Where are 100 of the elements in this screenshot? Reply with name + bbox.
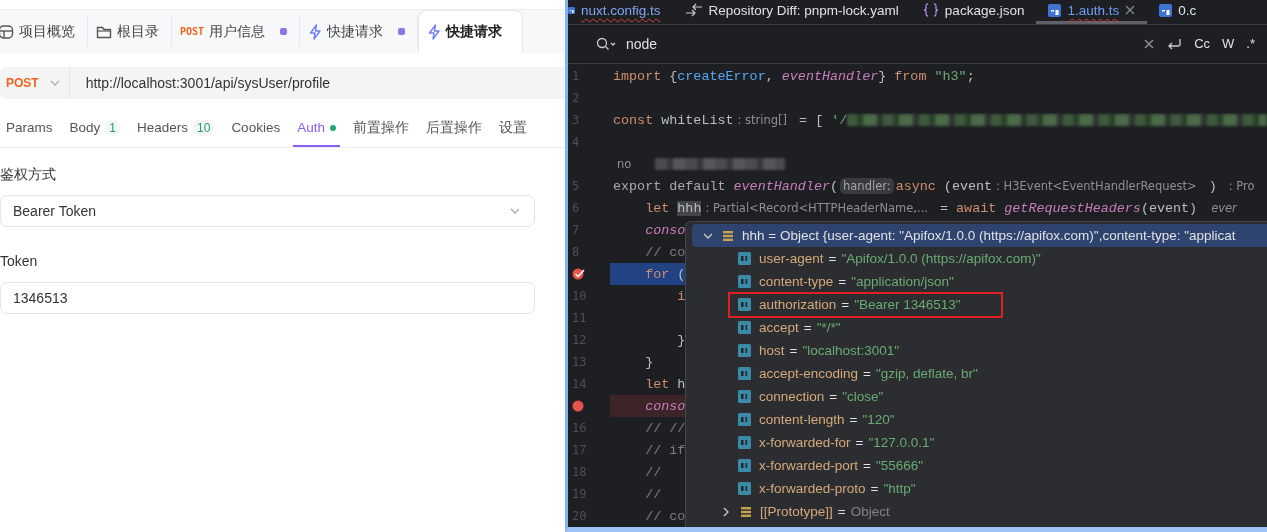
- inlay-hint: no: [616, 157, 633, 171]
- inlay-hint: ever: [1210, 201, 1239, 215]
- file-tab[interactable]: Repository Diff: pnpm-lock.yaml: [672, 0, 911, 24]
- stack-icon: [740, 505, 752, 518]
- clear-icon: [1144, 38, 1155, 49]
- primitive-value-icon: [738, 390, 751, 403]
- code-text: // co: [645, 244, 686, 260]
- variable-text: hhh = Object {user-agent: "Apifox/1.0.0 (https://apifox.com)",content-type: "applicat: [742, 228, 1236, 243]
- variable-text: accept = "*/*": [759, 320, 841, 335]
- variable-text: authorization = "Bearer 1346513": [759, 297, 961, 312]
- variable-row[interactable]: content-type = "application/json": [692, 270, 1267, 293]
- variable-row[interactable]: x-forwarded-port = "55666": [692, 454, 1267, 477]
- primitive-value-icon: [738, 436, 751, 449]
- code-text: let h: [645, 376, 686, 392]
- variable-row[interactable]: connection = "close": [692, 385, 1267, 408]
- request-tab[interactable]: POST 用户信息: [172, 16, 301, 47]
- file-tab[interactable]: package.json: [910, 0, 1037, 24]
- ts-file-icon: [1048, 3, 1062, 17]
- auth-type-select[interactable]: Bearer Token: [0, 195, 535, 227]
- variable-text: content-type = "application/json": [759, 274, 954, 289]
- code-text: let hhh: [645, 200, 702, 216]
- parameter-hint: handler:: [840, 178, 894, 194]
- request-tab[interactable]: 根目录: [88, 16, 172, 47]
- variable-text: connection = "close": [759, 389, 884, 404]
- newline-icon: [1166, 36, 1183, 51]
- file-tab[interactable]: 1.auth.ts: [1036, 0, 1148, 24]
- code-text: // co: [645, 508, 686, 524]
- primitive-value-icon: [738, 321, 751, 334]
- primitive-value-icon: [738, 298, 751, 311]
- inlay-hint: : string[]: [736, 113, 789, 127]
- variable-text: accept-encoding = "gzip, deflate, br": [759, 366, 978, 381]
- section-tab[interactable]: Body 1: [65, 110, 124, 147]
- search-field[interactable]: node: [596, 35, 1133, 52]
- file-tab[interactable]: 0.c: [1147, 0, 1209, 24]
- code-text: //: [645, 486, 662, 502]
- tab-label: 快捷请求: [446, 23, 503, 41]
- search-option-toggle[interactable]: .*: [1246, 36, 1255, 52]
- code-text: // if: [645, 442, 686, 458]
- section-tab[interactable]: 设置: [494, 110, 531, 147]
- request-tab[interactable]: 快捷请求: [418, 10, 524, 53]
- code-text: ): [1207, 178, 1218, 194]
- code-text: const whiteList: [613, 112, 734, 128]
- lightning-icon: [308, 23, 323, 40]
- inlay-hint: : Pro: [1227, 179, 1256, 193]
- token-field[interactable]: 1346513: [0, 282, 535, 314]
- section-tab[interactable]: 前置操作: [348, 110, 413, 147]
- breakpoint-icon: [572, 400, 584, 412]
- code-text: conso: [645, 398, 686, 414]
- field-label: Token: [0, 253, 39, 271]
- url-field[interactable]: http://localhost:3001/api/sysUser/profile: [85, 75, 331, 91]
- section-tab[interactable]: Params: [2, 110, 57, 147]
- ts-file-icon: [1159, 3, 1173, 17]
- dashboard-icon: [0, 23, 14, 40]
- code-text: // //: [645, 420, 686, 436]
- field-label: 鉴权方式: [0, 166, 57, 184]
- code-text: }: [645, 354, 654, 370]
- search-option-toggle[interactable]: W: [1222, 36, 1235, 52]
- braces-icon: [922, 3, 939, 18]
- file-tab[interactable]: nuxt.config.ts: [568, 0, 673, 24]
- section-tab[interactable]: Cookies: [227, 110, 285, 147]
- code-text: //: [645, 464, 662, 480]
- section-tab[interactable]: Headers 10: [133, 110, 219, 147]
- primitive-value-icon: [738, 367, 751, 380]
- primitive-value-icon: [738, 252, 751, 265]
- section-tab[interactable]: Auth: [293, 110, 340, 147]
- variable-row[interactable]: user-agent = "Apifox/1.0.0 (https://apifox.com)": [692, 247, 1267, 270]
- inlay-hint: : H3Event<EventHandlerRequest>: [995, 179, 1198, 193]
- stack-icon: [722, 229, 734, 242]
- variable-row[interactable]: accept = "*/*": [692, 316, 1267, 339]
- code-text: = [ '/: [798, 112, 848, 128]
- diff-arrows-icon: [684, 3, 703, 18]
- lightning-icon: [427, 24, 442, 40]
- primitive-value-icon: [738, 459, 751, 472]
- code-text: = await getRequestHeaders(event): [939, 200, 1198, 216]
- variable-row[interactable]: content-length = "120": [692, 408, 1267, 431]
- method-label: POST: [180, 26, 205, 37]
- variable-text: host = "localhost:3001": [759, 343, 900, 358]
- code-text: conso: [645, 222, 686, 238]
- search-icon: [596, 36, 616, 51]
- variable-text: content-length = "120": [759, 412, 895, 427]
- variable-row[interactable]: accept-encoding = "gzip, deflate, br": [692, 362, 1267, 385]
- tab-label: 项目概览: [19, 22, 75, 41]
- variable-row[interactable]: hhh = Object {user-agent: "Apifox/1.0.0 (https://apifox.com)",content-type: "applicat: [692, 224, 1267, 247]
- close-icon: [1125, 5, 1136, 16]
- primitive-value-icon: [738, 413, 751, 426]
- code-text: async (event: [895, 178, 993, 194]
- variable-row[interactable]: x-forwarded-for = "127.0.0.1": [692, 431, 1267, 454]
- primitive-value-icon: [738, 275, 751, 288]
- variable-row[interactable]: x-forwarded-proto = "http": [692, 477, 1267, 500]
- breakpoint-check-icon: [572, 268, 585, 280]
- inlay-hint: : Partial<Record<HTTPHeaderName,...: [704, 201, 929, 215]
- code-text: export default eventHandler(: [613, 178, 839, 194]
- request-tab[interactable]: 项目概览: [0, 16, 88, 47]
- search-option-toggle[interactable]: Cc: [1194, 36, 1211, 52]
- variable-row[interactable]: [[Prototype]] = Object: [692, 500, 1267, 523]
- variable-row[interactable]: host = "localhost:3001": [692, 339, 1267, 362]
- variable-row[interactable]: authorization = "Bearer 1346513": [692, 293, 1267, 316]
- section-tab[interactable]: 后置操作: [421, 110, 486, 147]
- variable-text: [[Prototype]] = Object: [760, 504, 890, 519]
- tab-label: 用户信息: [209, 22, 266, 41]
